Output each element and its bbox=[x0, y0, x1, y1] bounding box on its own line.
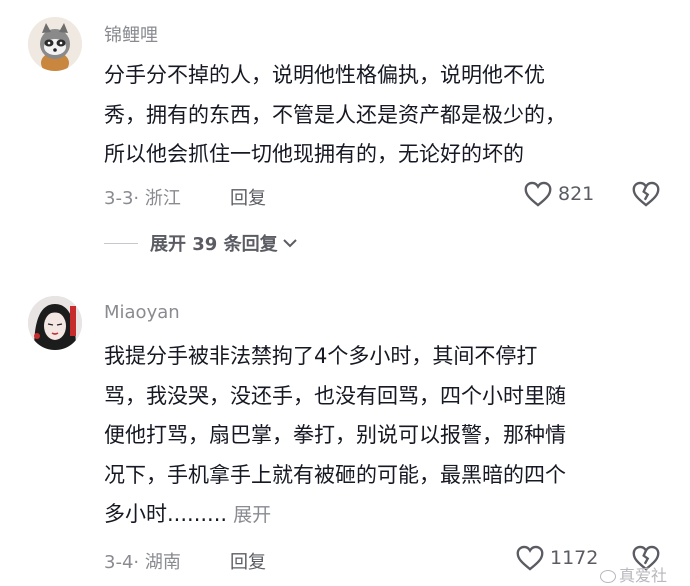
illustrated-girl-avatar-icon bbox=[28, 296, 82, 350]
expand-text-button[interactable]: 展开 bbox=[233, 504, 271, 526]
comment-line: 便他打骂，扇巴掌，拳打，别说可以报警，那种情 bbox=[104, 423, 566, 447]
watermark: 真爱社 bbox=[600, 562, 667, 586]
comment-line-last: 多小时......... 展开 bbox=[104, 495, 664, 536]
like-count: 821 bbox=[558, 183, 595, 205]
comment-text: 我提分手被非法禁拘了4个多小时，其间不停打 骂，我没哭，没还手，也没有回骂，四个… bbox=[104, 337, 664, 536]
comment-line: 秀，拥有的东西，不管是人还是资产都是极少的， bbox=[104, 102, 566, 127]
username[interactable]: Miaoyan bbox=[104, 302, 180, 323]
broken-heart-icon[interactable] bbox=[632, 181, 660, 207]
heart-icon[interactable] bbox=[524, 181, 552, 207]
comment-line: 多小时......... bbox=[104, 502, 228, 526]
comment-text: 分手分不掉的人，说明他性格偏执，说明他不优 秀，拥有的东西，不管是人还是资产都是… bbox=[104, 56, 664, 175]
weibo-logo-icon bbox=[600, 570, 616, 583]
avatar[interactable] bbox=[28, 17, 82, 71]
expand-replies-label: 展开 39 条回复 bbox=[150, 234, 278, 255]
like-count: 1172 bbox=[550, 547, 599, 569]
divider bbox=[104, 242, 138, 244]
watermark-text: 真爱社 bbox=[619, 566, 668, 585]
date-location: 3-3· 浙江 bbox=[104, 188, 181, 209]
comment-2: Miaoyan 我提分手被非法禁拘了4个多小时，其间不停打 骂，我没哭，没还手，… bbox=[0, 260, 690, 586]
chevron-down-icon bbox=[282, 239, 297, 248]
reply-button[interactable]: 回复 bbox=[230, 548, 266, 574]
comment-line: 骂，我没哭，没还手，也没有回骂，四个小时里随 bbox=[104, 383, 566, 408]
expand-replies-button[interactable]: 展开 39 条回复 bbox=[104, 230, 298, 256]
reply-button[interactable]: 回复 bbox=[230, 184, 266, 210]
avatar[interactable] bbox=[28, 296, 82, 350]
comment-line: 分手分不掉的人，说明他性格偏执，说明他不优 bbox=[104, 63, 545, 87]
heart-icon[interactable] bbox=[516, 545, 544, 571]
comment-1: 锦鲤哩 分手分不掉的人，说明他性格偏执，说明他不优 秀，拥有的东西，不管是人还是… bbox=[0, 0, 690, 260]
username[interactable]: 锦鲤哩 bbox=[104, 21, 158, 47]
comment-line: 所以他会抓住一切他现拥有的，无论好的坏的 bbox=[104, 142, 524, 166]
comment-line: 况下，手机拿手上就有被砸的可能，最黑暗的四个 bbox=[104, 462, 566, 487]
raccoon-avatar-icon bbox=[28, 17, 82, 71]
date-location: 3-4· 湖南 bbox=[104, 552, 181, 573]
comment-line: 我提分手被非法禁拘了4个多小时，其间不停打 bbox=[104, 344, 538, 368]
